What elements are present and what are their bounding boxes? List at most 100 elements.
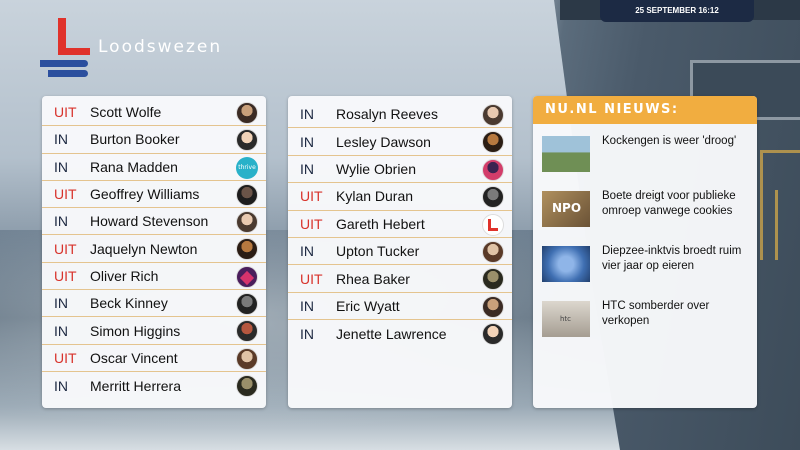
person-name: Oscar Vincent xyxy=(90,349,178,366)
avatar-photo-icon xyxy=(482,295,504,318)
avatar-photo-icon xyxy=(482,186,504,209)
news-thumb-photo-icon xyxy=(542,136,590,172)
person-name: Eric Wyatt xyxy=(336,297,400,314)
person-name: Simon Higgins xyxy=(90,322,181,339)
presence-status: UIT xyxy=(54,349,77,366)
presence-status: UIT xyxy=(54,104,77,121)
avatar-photo-icon xyxy=(236,211,258,234)
presence-status: UIT xyxy=(300,270,323,287)
news-header: NU.NL NIEUWS: xyxy=(533,96,757,124)
presence-status: UIT xyxy=(54,240,77,257)
avatar-photo-icon xyxy=(482,158,504,181)
presence-row: IN Eric Wyatt xyxy=(288,293,512,321)
person-name: Lesley Dawson xyxy=(336,133,431,150)
news-item[interactable]: Kockengen is weer 'droog' xyxy=(533,128,757,183)
presence-status: IN xyxy=(300,325,314,342)
presence-row: IN Burton Booker xyxy=(42,126,266,154)
avatar-photo-icon xyxy=(236,129,258,152)
person-name: Burton Booker xyxy=(90,131,180,148)
presence-row: IN Lesley Dawson xyxy=(288,128,512,156)
presence-row: UIT Jaquelyn Newton xyxy=(42,235,266,263)
avatar-photo-icon xyxy=(482,323,504,346)
avatar-photo-icon xyxy=(236,347,258,370)
avatar-photo-icon xyxy=(482,240,504,263)
presence-row: IN Jenette Lawrence xyxy=(288,320,512,347)
presence-status: IN xyxy=(300,160,314,177)
news-thumb-npo-icon: NPO xyxy=(542,191,590,227)
person-name: Oliver Rich xyxy=(90,267,159,284)
presence-status: IN xyxy=(300,133,314,150)
avatar-photo-icon xyxy=(236,320,258,343)
htc-logo-text: htc xyxy=(560,315,572,323)
person-name: Wylie Obrien xyxy=(336,160,417,177)
person-name: Rana Madden xyxy=(90,158,178,175)
news-title[interactable]: Boete dreigt voor publieke omroep vanweg… xyxy=(602,189,752,219)
news-panel: NU.NL NIEUWS: Kockengen is weer 'droog' N… xyxy=(533,96,757,408)
person-name: Scott Wolfe xyxy=(90,104,162,121)
thrive-logo-text: thrive xyxy=(238,163,256,171)
news-thumb-photo-icon xyxy=(542,246,590,282)
presence-row: UIT Gareth Hebert xyxy=(288,211,512,238)
presence-row: IN Rosalyn Reeves xyxy=(288,101,512,129)
loodswezen-logo-icon xyxy=(40,18,90,78)
person-name: Jaquelyn Newton xyxy=(90,240,198,257)
person-name: Gareth Hebert xyxy=(336,215,425,232)
presence-status: IN xyxy=(54,158,68,175)
avatar-photo-icon xyxy=(236,293,258,316)
presence-status: UIT xyxy=(54,267,77,284)
presence-status: IN xyxy=(54,213,68,230)
presence-row: IN Wylie Obrien xyxy=(288,156,512,184)
avatar-photo-icon xyxy=(482,131,504,154)
presence-row: IN Upton Tucker xyxy=(288,238,512,266)
presence-row: IN Rana Madden thrive xyxy=(42,154,266,181)
news-title[interactable]: HTC somberder over verkopen xyxy=(602,299,752,329)
news-item[interactable]: htc HTC somberder over verkopen xyxy=(533,293,757,348)
news-title[interactable]: Kockengen is weer 'droog' xyxy=(602,134,752,149)
presence-row: UIT Oliver Rich xyxy=(42,263,266,291)
person-name: Howard Stevenson xyxy=(90,213,209,230)
avatar-photo-icon xyxy=(236,183,258,206)
presence-status: IN xyxy=(300,297,314,314)
person-name: Upton Tucker xyxy=(336,243,420,260)
person-name: Rhea Baker xyxy=(336,270,410,287)
avatar-photo-icon xyxy=(236,238,258,261)
presence-list-right: IN Rosalyn Reeves IN Lesley Dawson IN Wylie O… xyxy=(288,96,512,408)
avatar-logo-icon xyxy=(236,265,258,288)
news-thumb-photo-icon: htc xyxy=(542,301,590,337)
presence-row: IN Simon Higgins xyxy=(42,317,266,345)
person-name: Rosalyn Reeves xyxy=(336,106,438,123)
presence-row: IN Howard Stevenson xyxy=(42,208,266,236)
person-name: Kylan Duran xyxy=(336,188,414,205)
background-ship-rail-2 xyxy=(775,190,800,260)
presence-status: IN xyxy=(54,377,68,394)
avatar-photo-icon xyxy=(482,104,504,126)
presence-status: IN xyxy=(300,243,314,260)
presence-status: IN xyxy=(54,295,68,312)
avatar-logo-thrive-icon: thrive xyxy=(236,156,258,179)
news-item[interactable]: Diepzee-inktvis broedt ruim vier jaar op… xyxy=(533,238,757,293)
datetime-badge: 25 SEPTEMBER 16:12 xyxy=(600,0,754,22)
news-item[interactable]: NPO Boete dreigt voor publieke omroep van… xyxy=(533,183,757,238)
person-name: Jenette Lawrence xyxy=(336,325,447,342)
presence-list-left: UIT Scott Wolfe IN Burton Booker IN Rana Madd… xyxy=(42,96,266,408)
presence-status: IN xyxy=(54,322,68,339)
presence-row: UIT Rhea Baker xyxy=(288,265,512,293)
news-title[interactable]: Diepzee-inktvis broedt ruim vier jaar op… xyxy=(602,244,752,274)
person-name: Geoffrey Williams xyxy=(90,186,200,203)
presence-row: UIT Kylan Duran xyxy=(288,183,512,211)
person-name: Beck Kinney xyxy=(90,295,168,312)
presence-row: IN Beck Kinney xyxy=(42,290,266,318)
presence-row: IN Merritt Herrera xyxy=(42,372,266,399)
person-name: Merritt Herrera xyxy=(90,377,182,394)
presence-status: IN xyxy=(54,131,68,148)
presence-row: UIT Geoffrey Williams xyxy=(42,181,266,209)
avatar-photo-icon xyxy=(236,102,258,124)
avatar-photo-icon xyxy=(236,374,258,397)
presence-status: UIT xyxy=(54,186,77,203)
avatar-logo-icon xyxy=(482,213,504,236)
avatar-photo-icon xyxy=(482,268,504,291)
presence-status: IN xyxy=(300,106,314,123)
presence-row: UIT Scott Wolfe xyxy=(42,99,266,127)
presence-row: UIT Oscar Vincent xyxy=(42,345,266,372)
npo-logo-text: NPO xyxy=(552,201,582,215)
